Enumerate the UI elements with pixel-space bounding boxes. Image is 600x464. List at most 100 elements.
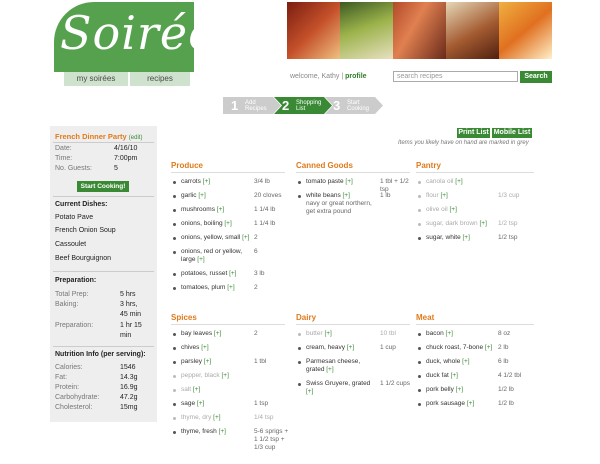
add-more-link[interactable]: [+] bbox=[201, 344, 208, 351]
ingredient-name: pork belly bbox=[426, 386, 456, 393]
add-more-link[interactable]: [+] bbox=[306, 388, 313, 395]
add-more-link[interactable]: [+] bbox=[227, 284, 234, 291]
ingredient-item: white beans [+] navy or great northern, g… bbox=[306, 192, 376, 216]
ingredient-quantity: 6 lb bbox=[498, 358, 509, 365]
profile-link[interactable]: profile bbox=[345, 73, 366, 80]
ingredient-item: pepper, black [+] bbox=[181, 372, 250, 380]
add-more-link[interactable]: [+] bbox=[463, 234, 470, 241]
edit-link[interactable]: (edit) bbox=[129, 135, 143, 141]
ingredient-name: carrots bbox=[181, 178, 203, 185]
nutrition-value: 16.9g bbox=[120, 384, 138, 391]
add-more-link[interactable]: [+] bbox=[204, 358, 211, 365]
ingredient-quantity: 1 tsp bbox=[254, 400, 269, 407]
add-more-link[interactable]: [+] bbox=[229, 270, 236, 277]
search-button[interactable]: Search bbox=[520, 71, 552, 83]
ingredient-name: duck, whole bbox=[426, 358, 463, 365]
dish-item[interactable]: Beef Bourguignon bbox=[55, 255, 111, 262]
nav-tab-recipes[interactable]: recipes bbox=[130, 72, 190, 86]
dish-item[interactable]: French Onion Soup bbox=[55, 227, 116, 234]
soiree-logo[interactable]: Soirée bbox=[54, 2, 194, 72]
section-divider bbox=[296, 324, 410, 325]
add-more-link[interactable]: [+] bbox=[446, 330, 453, 337]
add-more-link[interactable]: [+] bbox=[197, 256, 204, 263]
ingredient-item: Swiss Gruyere, grated [+] bbox=[306, 380, 376, 396]
add-more-link[interactable]: [+] bbox=[440, 192, 447, 199]
ingredient-name: pork sausage bbox=[426, 400, 467, 407]
ingredient-quantity: 4 1/2 tbl bbox=[498, 372, 522, 379]
add-more-link[interactable]: [+] bbox=[193, 386, 200, 393]
ingredient-name: thyme, fresh bbox=[181, 428, 219, 435]
ingredient-name: bay leaves bbox=[181, 330, 214, 337]
ingredient-quantity: 1 1/4 lb bbox=[254, 206, 276, 213]
ingredient-item: parsley [+] bbox=[181, 358, 250, 366]
list-bullet bbox=[418, 389, 421, 392]
add-more-link[interactable]: [+] bbox=[451, 372, 458, 379]
add-more-link[interactable]: [+] bbox=[197, 400, 204, 407]
welcome-text: welcome, Kathy | profile bbox=[290, 73, 367, 80]
ingredient-item: flour [+] bbox=[426, 192, 494, 200]
ingredient-item: chives [+] bbox=[181, 344, 250, 352]
ingredient-name: butter bbox=[306, 330, 325, 337]
step-number: 3 bbox=[333, 98, 341, 113]
preparation-value: 1 hr 15 bbox=[120, 322, 142, 329]
ingredient-item: Parmesan cheese, grated [+] bbox=[306, 358, 376, 374]
add-more-link[interactable]: [+] bbox=[455, 178, 462, 185]
add-more-link[interactable]: [+] bbox=[456, 386, 463, 393]
ingredient-name: salt bbox=[181, 386, 193, 393]
add-more-link[interactable]: [+] bbox=[462, 358, 469, 365]
ingredient-quantity: 1 cup bbox=[380, 344, 396, 351]
add-more-link[interactable]: [+] bbox=[217, 206, 224, 213]
add-more-link[interactable]: [+] bbox=[347, 344, 354, 351]
ingredient-name: onions, boiling bbox=[181, 220, 225, 227]
add-more-link[interactable]: [+] bbox=[326, 366, 333, 373]
add-more-link[interactable]: [+] bbox=[242, 234, 249, 241]
add-more-link[interactable]: [+] bbox=[345, 178, 352, 185]
mobile-list-button[interactable]: Mobile List bbox=[492, 128, 532, 138]
step-label: Start Cooking bbox=[347, 100, 370, 112]
party-title: French Dinner Party (edit) bbox=[55, 132, 142, 141]
add-more-link[interactable]: [+] bbox=[203, 178, 210, 185]
add-more-link[interactable]: [+] bbox=[467, 400, 474, 407]
add-more-link[interactable]: [+] bbox=[343, 192, 350, 199]
ingredient-item: potatoes, russet [+] bbox=[181, 270, 250, 278]
ingredient-name: tomatoes, plum bbox=[181, 284, 228, 291]
list-bullet bbox=[173, 333, 176, 336]
start-cooking-button[interactable]: Start Cooking! bbox=[77, 181, 129, 192]
list-bullet bbox=[298, 347, 301, 350]
ingredient-name: thyme, dry bbox=[181, 414, 214, 421]
add-more-link[interactable]: [+] bbox=[221, 372, 228, 379]
add-more-link[interactable]: [+] bbox=[213, 414, 220, 421]
ingredient-item: thyme, dry [+] bbox=[181, 414, 250, 422]
total-prep-label: Total Prep: bbox=[55, 291, 89, 298]
list-bullet bbox=[298, 333, 301, 336]
add-more-link[interactable]: [+] bbox=[485, 344, 492, 351]
ingredient-quantity: 1/2 tsp bbox=[498, 234, 518, 241]
add-more-link[interactable]: [+] bbox=[198, 192, 205, 199]
nutrition-label: Cholesterol: bbox=[55, 404, 93, 411]
step-start-cooking[interactable]: 3 Start Cooking bbox=[325, 97, 385, 114]
ingredient-item: salt [+] bbox=[181, 386, 250, 394]
add-more-link[interactable]: [+] bbox=[449, 206, 456, 213]
add-more-link[interactable]: [+] bbox=[219, 428, 226, 435]
nav-tab-my-soirees[interactable]: my soirées bbox=[64, 72, 128, 86]
list-bullet bbox=[173, 181, 176, 184]
step-label: Shopping List bbox=[296, 100, 322, 112]
add-more-link[interactable]: [+] bbox=[224, 220, 231, 227]
search-input[interactable]: search recipes bbox=[393, 71, 518, 82]
print-list-button[interactable]: Print List bbox=[457, 128, 490, 138]
ingredient-quantity: 2 bbox=[254, 234, 258, 241]
add-more-link[interactable]: [+] bbox=[479, 220, 486, 227]
dish-item[interactable]: Cassoulet bbox=[55, 241, 86, 248]
section-title-produce: Produce bbox=[171, 161, 204, 170]
ingredient-item: garlic [+] bbox=[181, 192, 250, 200]
ingredient-item: mushrooms [+] bbox=[181, 206, 250, 214]
dish-item[interactable]: Potato Pave bbox=[55, 214, 93, 221]
section-divider bbox=[416, 172, 534, 173]
ingredient-name: olive oil bbox=[426, 206, 450, 213]
ingredient-item: tomatoes, plum [+] bbox=[181, 284, 250, 292]
ingredient-name: tomato paste bbox=[306, 178, 346, 185]
add-more-link[interactable]: [+] bbox=[214, 330, 221, 337]
ingredient-item: sugar, dark brown [+] bbox=[426, 220, 494, 228]
add-more-link[interactable]: [+] bbox=[324, 330, 331, 337]
ingredient-name: onions, red or yellow, large bbox=[181, 248, 243, 263]
